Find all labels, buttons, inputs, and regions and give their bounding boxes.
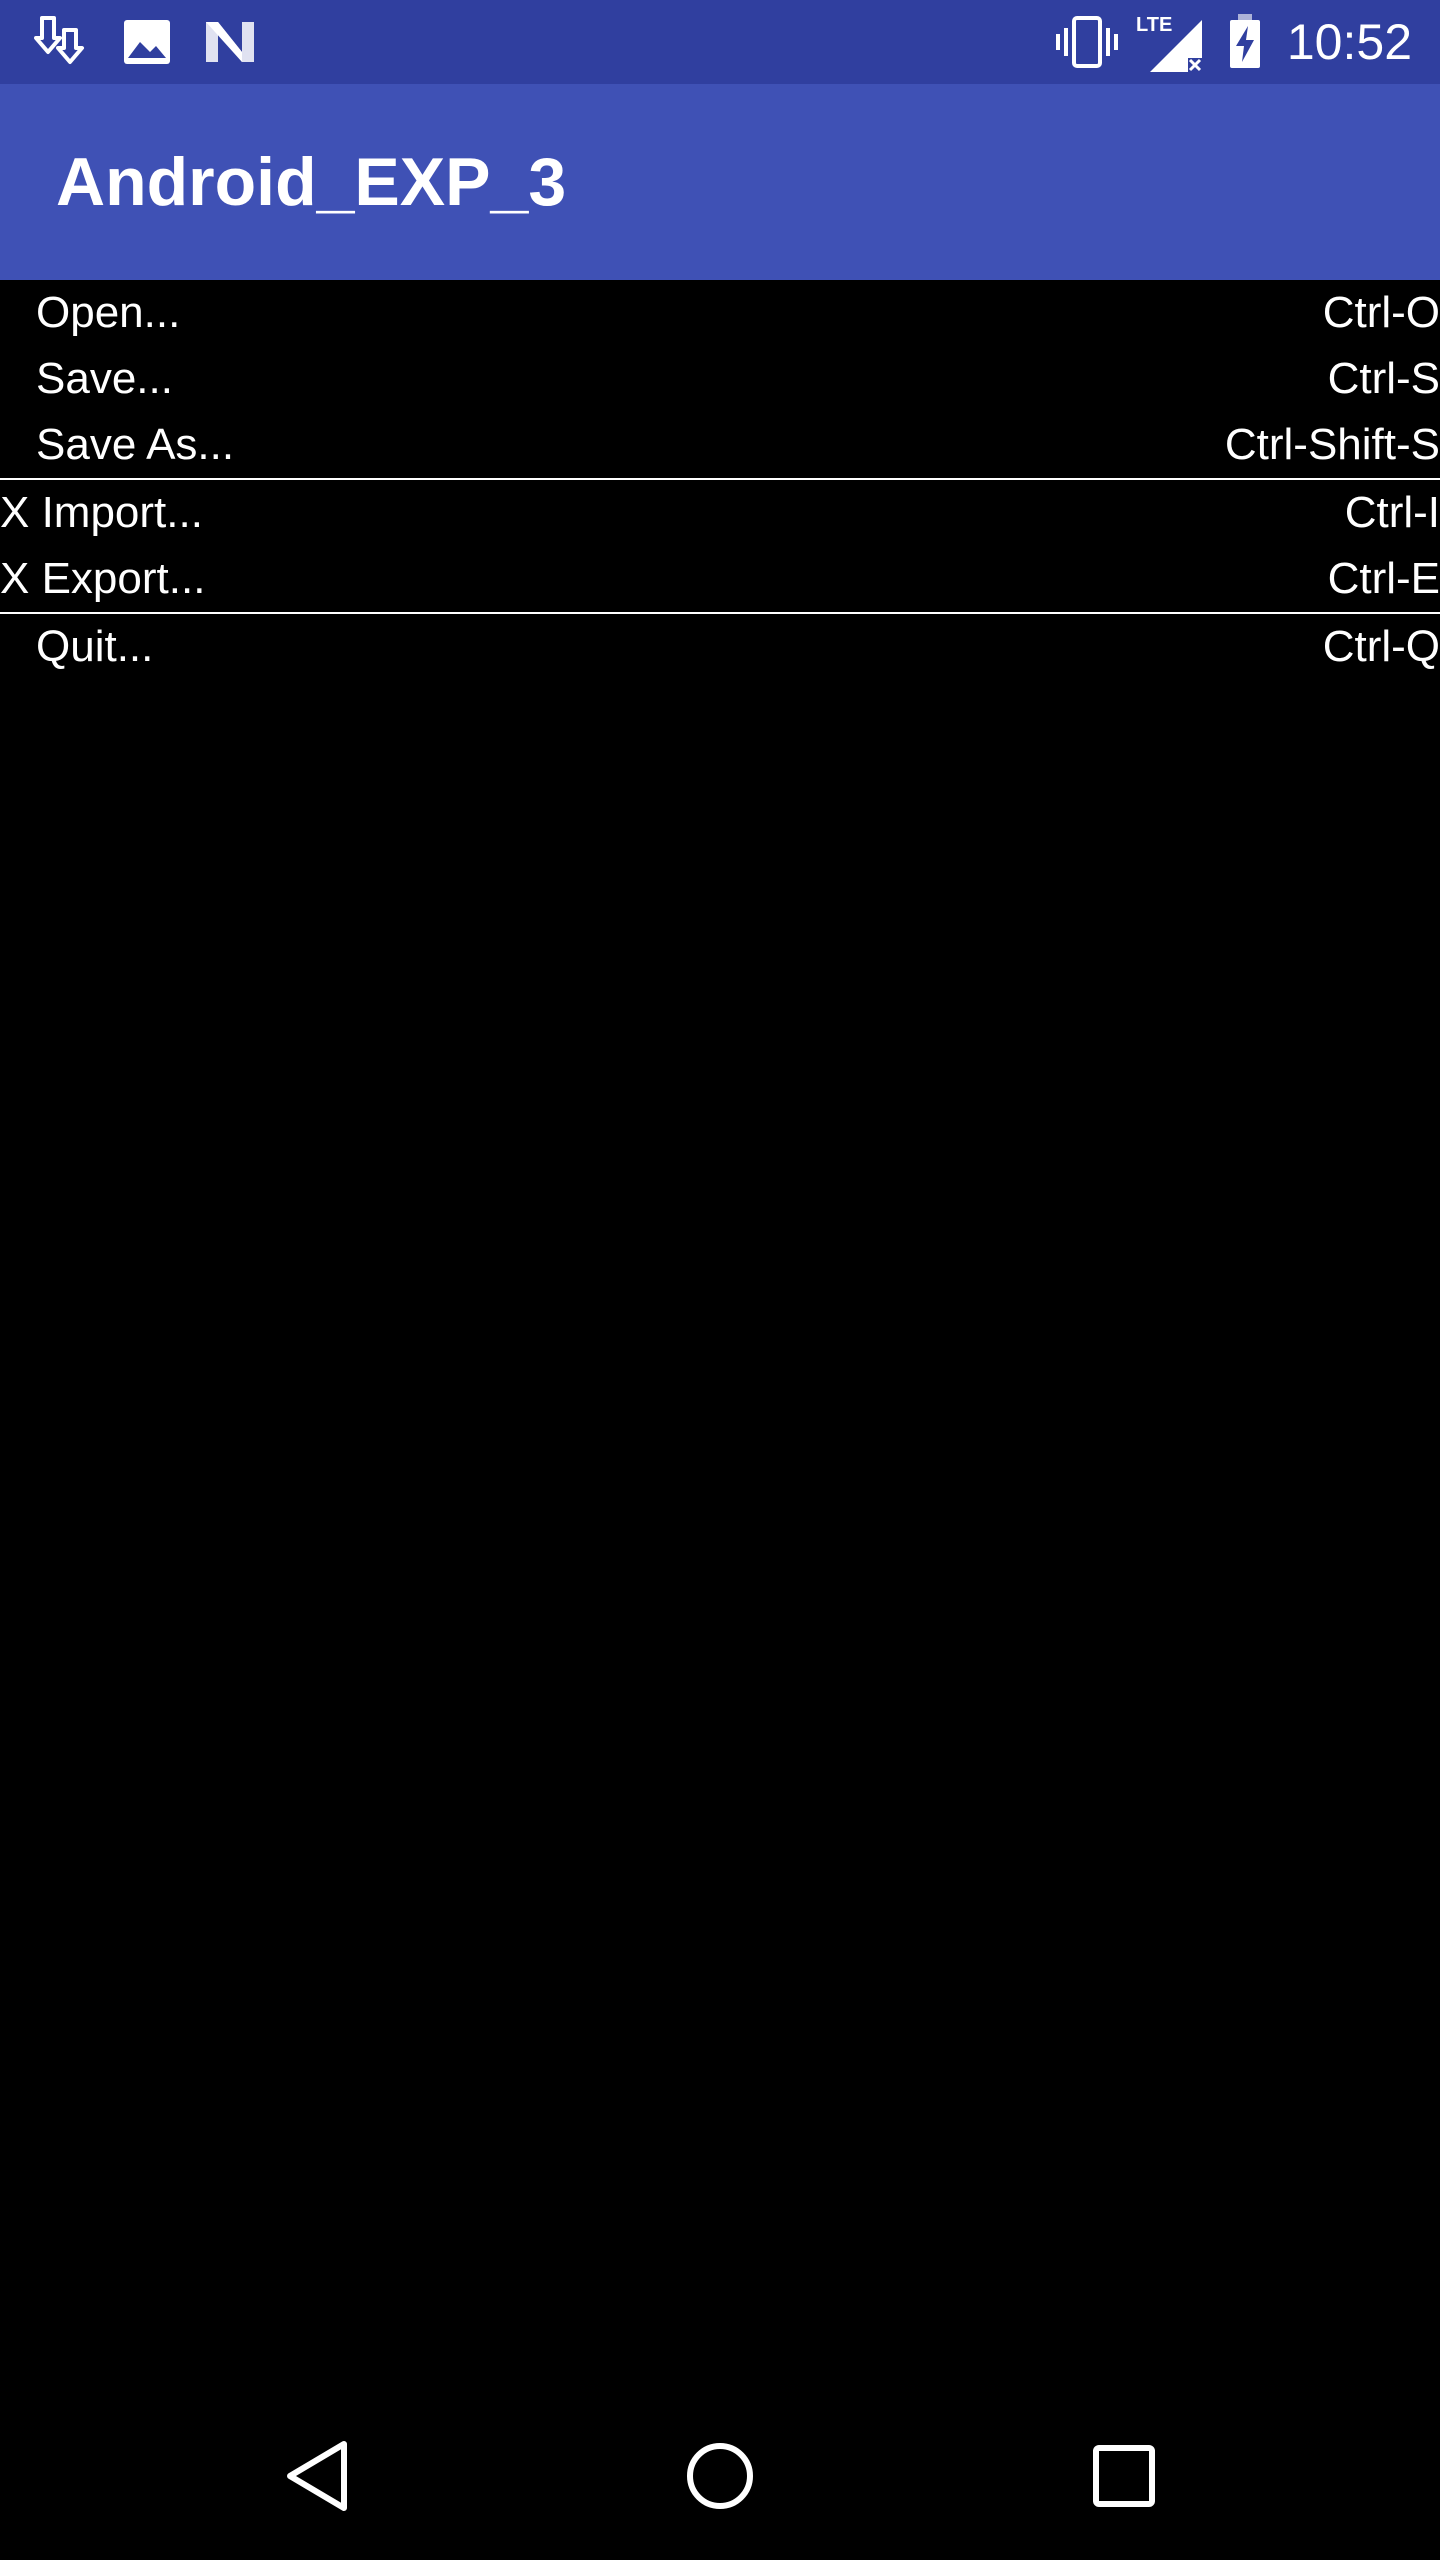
- menu: Open... Ctrl-O Save... Ctrl-S Save As...…: [0, 280, 1440, 680]
- menu-item-label: Quit...: [36, 622, 154, 671]
- app-bar: Android_EXP_3: [0, 84, 1440, 280]
- screen: LTE 10:52 Android_EXP_3 Open... Ctrl-O S…: [0, 0, 1440, 2560]
- recents-icon[interactable]: [1074, 2426, 1174, 2526]
- home-icon[interactable]: [670, 2426, 770, 2526]
- app-title: Android_EXP_3: [56, 144, 567, 220]
- menu-item-shortcut: Ctrl-E: [1327, 554, 1440, 603]
- back-icon[interactable]: [268, 2426, 368, 2526]
- menu-item-label: Save As...: [36, 420, 235, 469]
- menu-item-shortcut: Ctrl-Shift-S: [1224, 420, 1440, 469]
- menu-item-label: Save...: [36, 354, 173, 403]
- image-icon: [124, 20, 170, 64]
- menu-item-save[interactable]: Save... Ctrl-S: [0, 346, 1440, 412]
- status-time: 10:52: [1286, 14, 1412, 70]
- menu-item-shortcut: Ctrl-I: [1344, 488, 1440, 537]
- lte-no-signal-icon: LTE: [1134, 12, 1206, 72]
- battery-charging-icon: [1230, 14, 1260, 68]
- menu-item-shortcut: Ctrl-Q: [1322, 622, 1440, 671]
- menu-item-shortcut: Ctrl-S: [1327, 354, 1440, 403]
- n-logo-icon: [206, 22, 254, 62]
- menu-item-label: Open...: [36, 288, 181, 337]
- menu-item-shortcut: Ctrl-O: [1322, 288, 1440, 337]
- menu-item-quit[interactable]: Quit... Ctrl-Q: [0, 614, 1440, 680]
- menu-item-save-as[interactable]: Save As... Ctrl-Shift-S: [0, 412, 1440, 478]
- menu-item-open[interactable]: Open... Ctrl-O: [0, 280, 1440, 346]
- nav-bar: [0, 2392, 1440, 2560]
- menu-item-label: X Export...: [0, 554, 206, 603]
- vibrate-icon: [1056, 16, 1118, 68]
- menu-item-export[interactable]: X Export... Ctrl-E: [0, 546, 1440, 612]
- menu-item-import[interactable]: X Import... Ctrl-I: [0, 480, 1440, 546]
- status-bar: LTE 10:52: [0, 0, 1440, 84]
- menu-item-label: X Import...: [0, 488, 203, 537]
- download-icon: [34, 16, 84, 64]
